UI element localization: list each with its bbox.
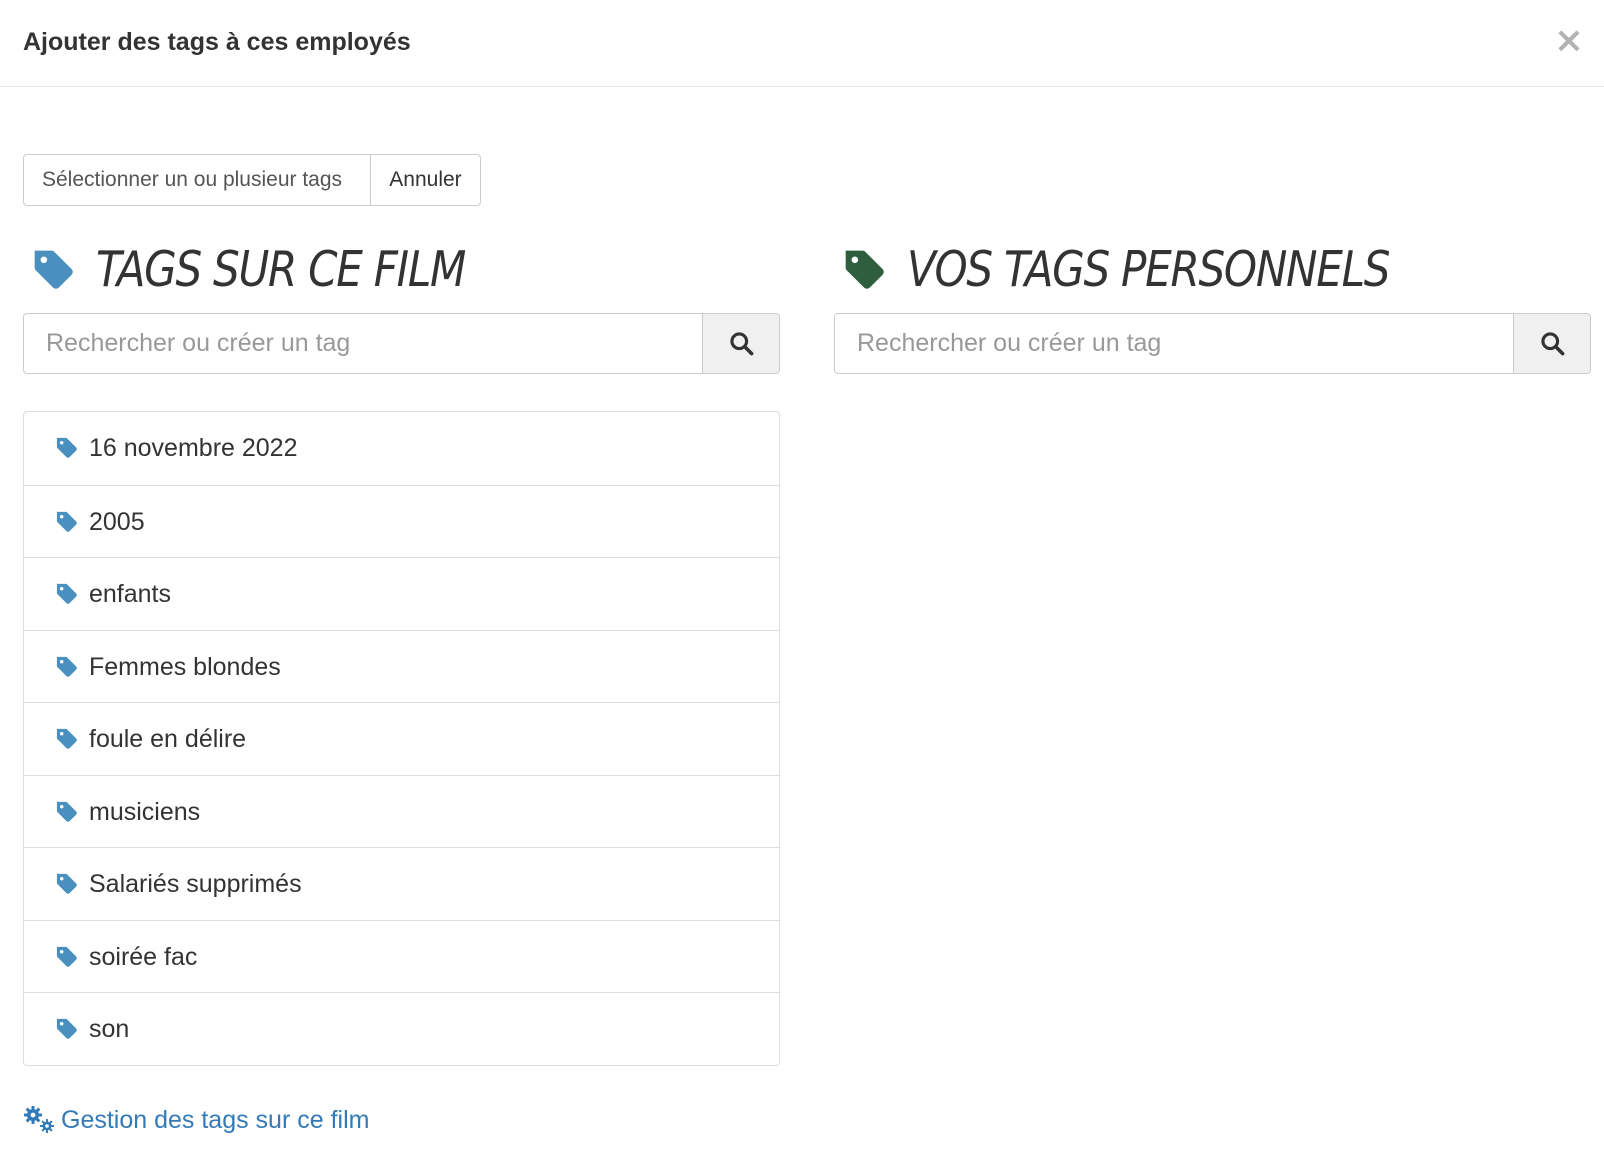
tag-icon: [845, 250, 884, 289]
tag-list-item[interactable]: 2005: [24, 484, 779, 558]
tag-label: son: [89, 1015, 130, 1043]
tag-icon: [34, 250, 73, 289]
tag-icon: [56, 728, 77, 749]
tag-icon: [56, 583, 77, 604]
tag-icon: [56, 656, 77, 677]
tag-label: foule en délire: [89, 725, 247, 753]
tag-label: Femmes blondes: [89, 652, 281, 681]
film-tags-title: TAGS SUR CE FILM: [96, 241, 466, 298]
tag-label: musiciens: [89, 797, 201, 826]
film-tags-search-group: [23, 313, 780, 374]
tag-icon: [56, 873, 77, 894]
modal-header: Ajouter des tags à ces employés ×: [0, 0, 1604, 87]
tag-icon: [56, 946, 77, 967]
manage-tags-label: Gestion des tags sur ce film: [61, 1105, 370, 1134]
tag-label: 16 novembre 2022: [89, 434, 298, 462]
film-tags-search-input[interactable]: [23, 313, 703, 374]
tag-icon: [56, 437, 77, 458]
tag-list-item[interactable]: 16 novembre 2022: [24, 412, 779, 485]
modal-title: Ajouter des tags à ces employés: [23, 28, 411, 56]
manage-tags-link[interactable]: Gestion des tags sur ce film: [23, 1102, 369, 1138]
film-tags-column: TAGS SUR CE FILM 16 novembre 2022 2005 e…: [23, 240, 780, 1066]
tag-select-dropdown[interactable]: Sélectionner un ou plusieur tags: [23, 154, 371, 206]
tag-label: Salariés supprimés: [89, 870, 302, 898]
close-button[interactable]: ×: [1552, 22, 1586, 60]
tag-icon: [56, 1018, 77, 1039]
personal-tags-search-input[interactable]: [834, 313, 1514, 374]
personal-tags-search-button[interactable]: [1513, 313, 1591, 374]
search-icon: [729, 332, 753, 356]
tag-label: enfants: [89, 580, 172, 608]
tag-list-item[interactable]: musiciens: [24, 774, 779, 848]
personal-tags-search-group: [834, 313, 1591, 374]
tag-selector-group: Sélectionner un ou plusieur tags Annuler: [23, 154, 481, 206]
search-icon: [1540, 332, 1564, 356]
personal-tags-title: VOS TAGS PERSONNELS: [907, 241, 1391, 298]
personal-tags-column: VOS TAGS PERSONNELS: [834, 240, 1591, 374]
film-tags-list: 16 novembre 2022 2005 enfants Femmes blo…: [23, 411, 780, 1066]
tag-icon: [56, 511, 77, 532]
cancel-button[interactable]: Annuler: [370, 154, 481, 206]
tag-list-item[interactable]: son: [24, 992, 779, 1065]
personal-tags-heading: VOS TAGS PERSONNELS: [834, 240, 1591, 300]
tag-icon: [56, 801, 77, 822]
tag-label: 2005: [89, 507, 145, 536]
cogs-icon: [24, 1106, 54, 1133]
film-tags-heading: TAGS SUR CE FILM: [23, 240, 780, 300]
tag-list-item[interactable]: foule en délire: [24, 702, 779, 775]
tag-label: soirée fac: [89, 942, 198, 971]
film-tags-search-button[interactable]: [702, 313, 780, 374]
tag-list-item[interactable]: Salariés supprimés: [24, 847, 779, 920]
tag-list-item[interactable]: enfants: [24, 557, 779, 630]
tag-list-item[interactable]: soirée fac: [24, 919, 779, 993]
tag-list-item[interactable]: Femmes blondes: [24, 629, 779, 703]
